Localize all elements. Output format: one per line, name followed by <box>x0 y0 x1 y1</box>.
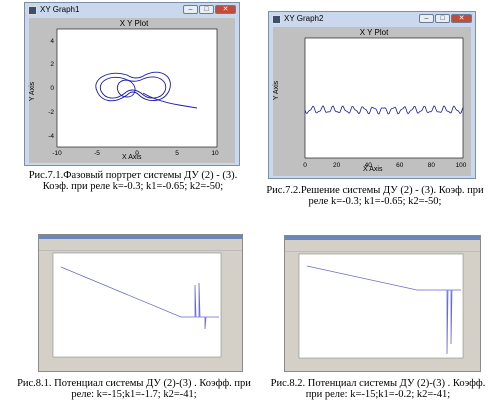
x-tick-10: 10 <box>211 150 219 157</box>
plot-axes-box <box>56 28 218 148</box>
figure-area: X Y Plot Y Axis 0 20 40 60 80 100 X Axis <box>273 27 471 176</box>
x-axis-label: X Axis <box>122 154 142 161</box>
potential-plot-2 <box>298 253 464 359</box>
x-tick-5: 5 <box>175 150 179 157</box>
fig81-caption: Рис.8.1. Потенциал системы ДУ (2)-(3) . … <box>17 378 251 400</box>
matlab-figure2-window <box>284 235 481 372</box>
xy-graph1-titlebar[interactable]: XY Graph1 – □ ✕ <box>25 3 239 18</box>
app-icon <box>28 6 37 15</box>
app-icon <box>272 15 281 24</box>
fig72-caption: Рис.7.2.Решение системы ДУ (2) - (3). Ко… <box>266 185 484 207</box>
xy-graph2-titlebar[interactable]: XY Graph2 – □ ✕ <box>269 12 475 27</box>
x-tick-60: 60 <box>396 162 404 169</box>
xy-graph1-window: XY Graph1 – □ ✕ X Y Plot Y Axis 4 2 0 -2… <box>24 2 240 166</box>
potential-plot-1 <box>52 252 222 358</box>
xy-graph2-window: XY Graph2 – □ ✕ X Y Plot Y Axis 0 20 40 … <box>268 11 476 179</box>
minimize-icon[interactable]: – <box>183 5 198 14</box>
time-plot: 0 20 40 60 80 100 <box>303 37 467 169</box>
window-title: XY Graph1 <box>40 5 80 14</box>
fig71-caption: Рис.7.1.Фазовый портрет системы ДУ (2) -… <box>28 170 238 192</box>
y-axis-label: Y Axis <box>273 80 281 101</box>
plot-title: X Y Plot <box>359 28 389 37</box>
matlab-figure1-window <box>38 234 243 372</box>
y-axis-label: Y Axis <box>29 81 37 102</box>
close-icon[interactable]: ✕ <box>215 5 236 14</box>
figure-area: X Y Plot Y Axis 4 2 0 -2 -4 -10 -5 0 5 1… <box>29 18 235 163</box>
x-tick-m5: -5 <box>94 150 100 157</box>
toolbar[interactable] <box>285 245 480 252</box>
fig82-caption: Рис.8.2. Потенциал системы ДУ (2)-(3) . … <box>270 378 486 400</box>
y-tick-2: 2 <box>50 61 54 68</box>
phase-plot: 4 2 0 -2 -4 -10 -5 0 5 10 <box>48 28 219 157</box>
minimize-icon[interactable]: – <box>419 14 434 23</box>
x-tick-m10: -10 <box>52 150 62 157</box>
y-tick-4: 4 <box>50 38 54 45</box>
x-tick-0: 0 <box>303 162 307 169</box>
x-tick-20: 20 <box>333 162 341 169</box>
maximize-icon[interactable]: □ <box>199 5 214 14</box>
toolbar[interactable] <box>39 244 242 251</box>
y-tick-m2: -2 <box>48 109 54 116</box>
window-title: XY Graph2 <box>284 14 324 23</box>
x-tick-80: 80 <box>428 162 436 169</box>
plot-axes-box <box>304 37 464 159</box>
x-tick-100: 100 <box>456 162 467 169</box>
y-tick-0: 0 <box>50 85 54 92</box>
maximize-icon[interactable]: □ <box>435 14 450 23</box>
x-axis-label: X Axis <box>363 166 383 173</box>
y-tick-m4: -4 <box>48 133 54 140</box>
plot-title: X Y Plot <box>119 19 149 28</box>
close-icon[interactable]: ✕ <box>451 14 472 23</box>
